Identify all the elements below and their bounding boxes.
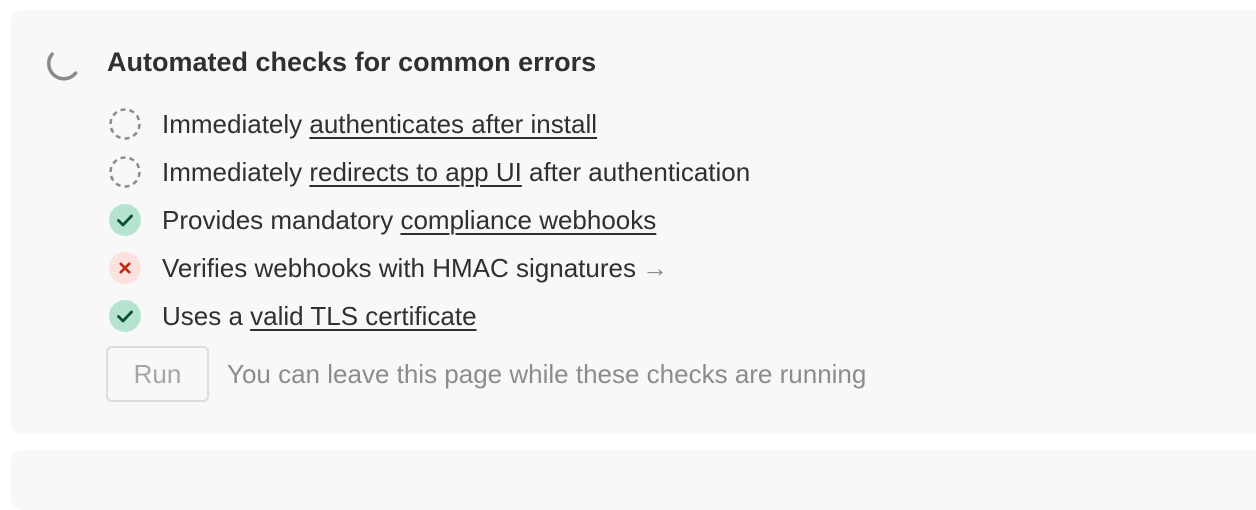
checks-list: Immediately authenticates after install … xyxy=(108,100,750,340)
loading-spinner-icon xyxy=(47,52,78,81)
run-row: Run You can leave this page while these … xyxy=(106,346,866,402)
check-passed-icon xyxy=(108,203,142,237)
check-text: Verifies webhooks with HMAC signatures → xyxy=(162,251,668,285)
pending-icon xyxy=(108,155,142,189)
next-card xyxy=(10,450,1256,510)
pending-icon xyxy=(108,107,142,141)
check-text: Immediately redirects to app UI after au… xyxy=(162,155,750,189)
check-prefix: Immediately xyxy=(162,157,310,187)
check-prefix: Provides mandatory xyxy=(162,205,401,235)
check-item-hmac[interactable]: Verifies webhooks with HMAC signatures → xyxy=(108,244,750,292)
valid-tls-certificate-link[interactable]: valid TLS certificate xyxy=(250,301,476,331)
run-button[interactable]: Run xyxy=(106,346,209,402)
check-item-tls: Uses a valid TLS certificate xyxy=(108,292,750,340)
check-passed-icon xyxy=(108,299,142,333)
check-suffix: after authentication xyxy=(521,157,751,187)
check-prefix: Uses a xyxy=(162,301,251,331)
arrow-right-icon[interactable]: → xyxy=(642,253,668,283)
redirects-to-app-ui-link[interactable]: redirects to app UI xyxy=(309,157,521,187)
check-text: Immediately authenticates after install xyxy=(162,107,597,141)
check-item-redirects: Immediately redirects to app UI after au… xyxy=(108,148,750,196)
authenticates-after-install-link[interactable]: authenticates after install xyxy=(309,109,597,139)
check-prefix: Immediately xyxy=(162,109,310,139)
compliance-webhooks-link[interactable]: compliance webhooks xyxy=(400,205,656,235)
check-failed-icon xyxy=(108,251,142,285)
check-text: Uses a valid TLS certificate xyxy=(162,299,477,333)
check-item-compliance-webhooks: Provides mandatory compliance webhooks xyxy=(108,196,750,244)
check-text: Provides mandatory compliance webhooks xyxy=(162,203,656,237)
check-item-authenticates: Immediately authenticates after install xyxy=(108,100,750,148)
hmac-check-label: Verifies webhooks with HMAC signatures xyxy=(162,253,636,283)
run-hint: You can leave this page while these chec… xyxy=(227,358,867,389)
section-title: Automated checks for common errors xyxy=(107,47,597,77)
